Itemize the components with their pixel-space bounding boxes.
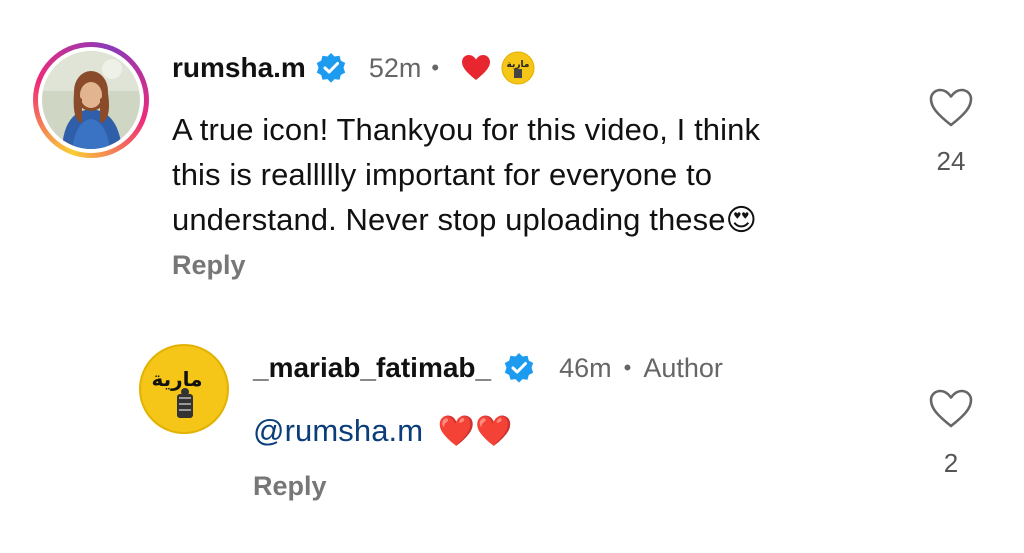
reply-time: 46m: [559, 352, 612, 383]
heart-outline-icon: [929, 389, 973, 428]
comment-header: rumsha.m 52m • مارية: [172, 50, 535, 86]
mariab-logo-icon: مارية: [151, 367, 203, 418]
mention-link[interactable]: @rumsha.m: [253, 413, 423, 448]
avatar-gap: [38, 47, 144, 153]
reply-reply-button[interactable]: Reply: [253, 471, 327, 502]
comment-reply-button[interactable]: Reply: [172, 250, 246, 281]
separator-dot: •: [623, 355, 632, 380]
comment-like-count: 24: [936, 146, 966, 176]
liked-by-author-heart-icon: [461, 54, 491, 82]
comment-like-button[interactable]: [928, 87, 974, 129]
comment-username[interactable]: rumsha.m: [172, 52, 306, 84]
avatar-photo: [42, 51, 140, 149]
reply-like-button[interactable]: [928, 388, 974, 430]
verified-badge-icon: [503, 352, 535, 384]
comment-text: A true icon! Thankyou for this video, I …: [172, 107, 872, 243]
avatar-rumsha: [42, 51, 140, 149]
comment-text-line: understand. Never stop uploading these: [172, 202, 726, 237]
logo-text: مارية: [151, 367, 202, 391]
red-hearts-emoji-icon: ❤️❤️: [437, 415, 513, 448]
heart-outline-icon: [929, 88, 973, 127]
comment-time: 52m: [368, 52, 422, 83]
comment-text-line: A true icon! Thankyou for this video, I …: [172, 112, 761, 147]
reply-header: _mariab_fatimab_ 46m • Author: [253, 350, 723, 386]
verified-badge-icon: [315, 52, 347, 84]
author-label: Author: [643, 352, 723, 383]
separator-dot: •: [431, 55, 440, 80]
reply-text: @rumsha.m ❤️❤️: [253, 408, 513, 454]
reply-username[interactable]: _mariab_fatimab_: [253, 352, 491, 384]
reply-avatar[interactable]: مارية: [139, 344, 229, 434]
svg-text:مارية: مارية: [507, 60, 530, 70]
comment-text-line: this is reallllly important for everyone…: [172, 157, 713, 192]
author-avatar-small-icon: مارية: [501, 51, 535, 85]
heart-eyes-emoji-icon: 😍: [725, 204, 757, 237]
reply-like-count: 2: [943, 448, 959, 478]
avatar-story-ring[interactable]: [33, 42, 149, 158]
